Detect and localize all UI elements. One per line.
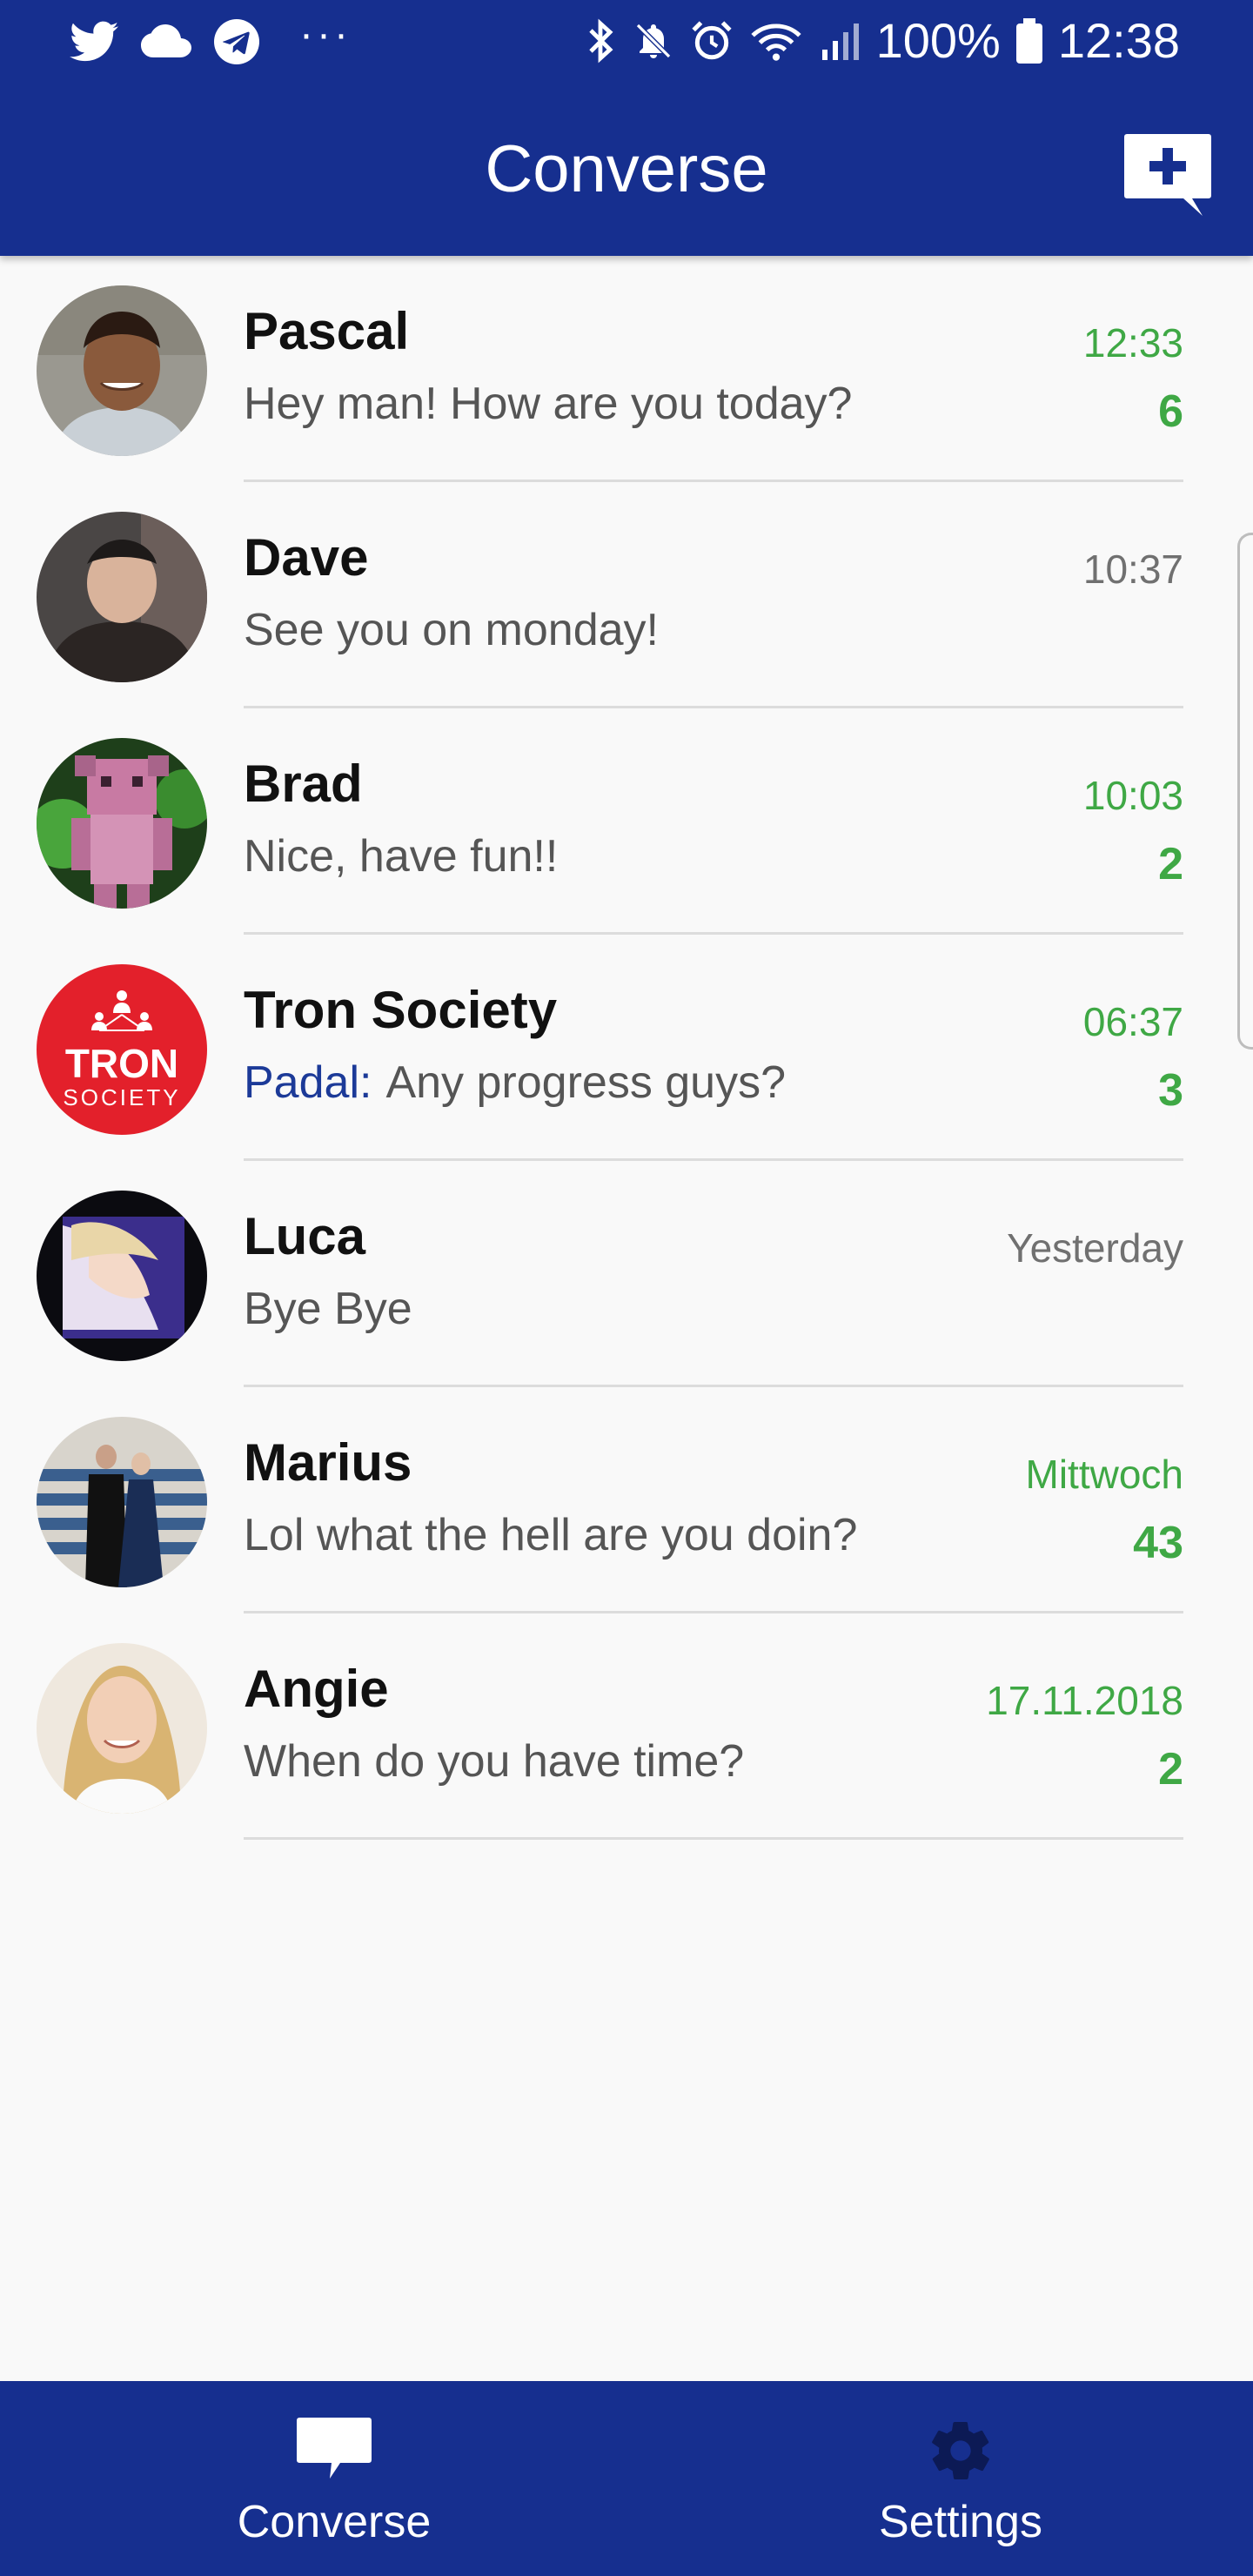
page-title: Converse <box>485 132 768 206</box>
unread-count: 6 <box>1158 386 1183 437</box>
chat-sender: Padal: <box>244 1057 372 1108</box>
chat-preview: Padal: Any progress guys? <box>244 1055 786 1110</box>
wifi-icon <box>751 23 801 61</box>
chat-preview: See you on monday! <box>244 602 659 658</box>
bluetooth-icon <box>588 18 613 63</box>
chat-preview-text: When do you have time? <box>244 1736 745 1787</box>
chat-preview: When do you have time? <box>244 1734 744 1789</box>
unread-count: 2 <box>1158 839 1183 889</box>
chat-time: 17.11.2018 <box>986 1678 1183 1723</box>
telegram-icon <box>214 19 259 64</box>
new-message-icon <box>1124 134 1211 216</box>
avatar <box>37 1191 207 1361</box>
chat-preview-text: Nice, have fun!! <box>244 831 559 882</box>
avatar <box>37 738 207 909</box>
more-notifications: ··· <box>299 10 352 57</box>
tron-logo-line2: SOCIETY <box>63 1084 180 1110</box>
chat-name: Marius <box>244 1433 412 1492</box>
chat-time: 10:37 <box>1082 547 1183 592</box>
avatar <box>37 285 207 456</box>
status-notifications: ··· <box>70 11 352 64</box>
chat-time: 10:03 <box>1082 773 1183 818</box>
nav-label-converse: Converse <box>237 2497 432 2547</box>
nav-tab-converse[interactable]: Converse <box>0 2381 668 2576</box>
unread-count: 3 <box>1158 1065 1183 1116</box>
divider <box>244 1837 1183 1840</box>
chat-preview: Nice, have fun!! <box>244 828 558 884</box>
unread-count: 2 <box>1158 1744 1183 1794</box>
chat-name: Angie <box>244 1660 389 1718</box>
chat-name: Brad <box>244 755 363 813</box>
app-root: ··· 100% 12:38 Converse Pascal Hey man! … <box>0 0 1253 2576</box>
status-bar: ··· 100% 12:38 <box>0 0 1253 87</box>
chat-name: Tron Society <box>244 981 558 1039</box>
chat-preview-text: Any progress guys? <box>385 1057 787 1108</box>
chat-row-dave[interactable]: Dave See you on monday! 10:37 <box>0 482 1253 708</box>
chat-row-marius[interactable]: Marius Lol what the hell are you doin? M… <box>0 1387 1253 1613</box>
signal-icon <box>821 23 859 60</box>
new-chat-button[interactable] <box>1122 131 1213 218</box>
chat-row-angie[interactable]: Angie When do you have time? 17.11.2018 … <box>0 1613 1253 1840</box>
chat-preview: Hey man! How are you today? <box>244 376 852 432</box>
twitter-icon <box>70 21 118 62</box>
battery-percent: 100% <box>875 13 1001 68</box>
chat-preview-text: See you on monday! <box>244 605 659 655</box>
alarm-icon <box>692 20 732 59</box>
clock: 12:38 <box>1057 13 1180 68</box>
avatar: TRON SOCIETY <box>37 964 207 1135</box>
chat-preview-text: Bye Bye <box>244 1284 412 1334</box>
chat-preview-text: Hey man! How are you today? <box>244 379 853 429</box>
cloud-icon <box>141 24 191 57</box>
chat-name: Pascal <box>244 302 410 360</box>
tron-logo-line1: TRON <box>65 1041 178 1086</box>
chat-time: 06:37 <box>1082 999 1183 1044</box>
chat-time: Mittwoch <box>1025 1452 1183 1497</box>
chat-row-luca[interactable]: Luca Bye Bye Yesterday <box>0 1161 1253 1387</box>
chat-preview: Bye Bye <box>244 1281 412 1337</box>
chat-time: 12:33 <box>1082 320 1183 366</box>
chat-preview: Lol what the hell are you doin? <box>244 1507 857 1563</box>
chat-time: Yesterday <box>1007 1225 1183 1271</box>
mute-icon <box>635 23 671 58</box>
unread-count: 43 <box>1133 1518 1183 1568</box>
chat-list: Pascal Hey man! How are you today? 12:33… <box>0 256 1253 1840</box>
chat-row-pascal[interactable]: Pascal Hey man! How are you today? 12:33… <box>0 256 1253 482</box>
chat-name: Luca <box>244 1207 366 1265</box>
chat-row-tron-society[interactable]: TRON SOCIETY Tron Society Padal: Any prog… <box>0 935 1253 1161</box>
chat-preview-text: Lol what the hell are you doin? <box>244 1510 858 1560</box>
chat-bubble-icon <box>297 2418 372 2479</box>
nav-label-settings: Settings <box>879 2497 1042 2547</box>
chat-row-brad[interactable]: Brad Nice, have fun!! 10:03 2 <box>0 708 1253 935</box>
avatar <box>37 512 207 682</box>
status-system: 100% 12:38 <box>586 12 1180 69</box>
battery-icon <box>1015 17 1042 64</box>
scroll-indicator[interactable] <box>1237 533 1253 1050</box>
nav-tab-settings[interactable]: Settings <box>668 2381 1253 2576</box>
gear-icon <box>932 2422 989 2479</box>
avatar <box>37 1417 207 1587</box>
avatar <box>37 1643 207 1814</box>
top-bar: ··· 100% 12:38 Converse <box>0 0 1253 256</box>
chat-name: Dave <box>244 528 369 587</box>
bottom-nav: Converse Settings <box>0 2381 1253 2576</box>
